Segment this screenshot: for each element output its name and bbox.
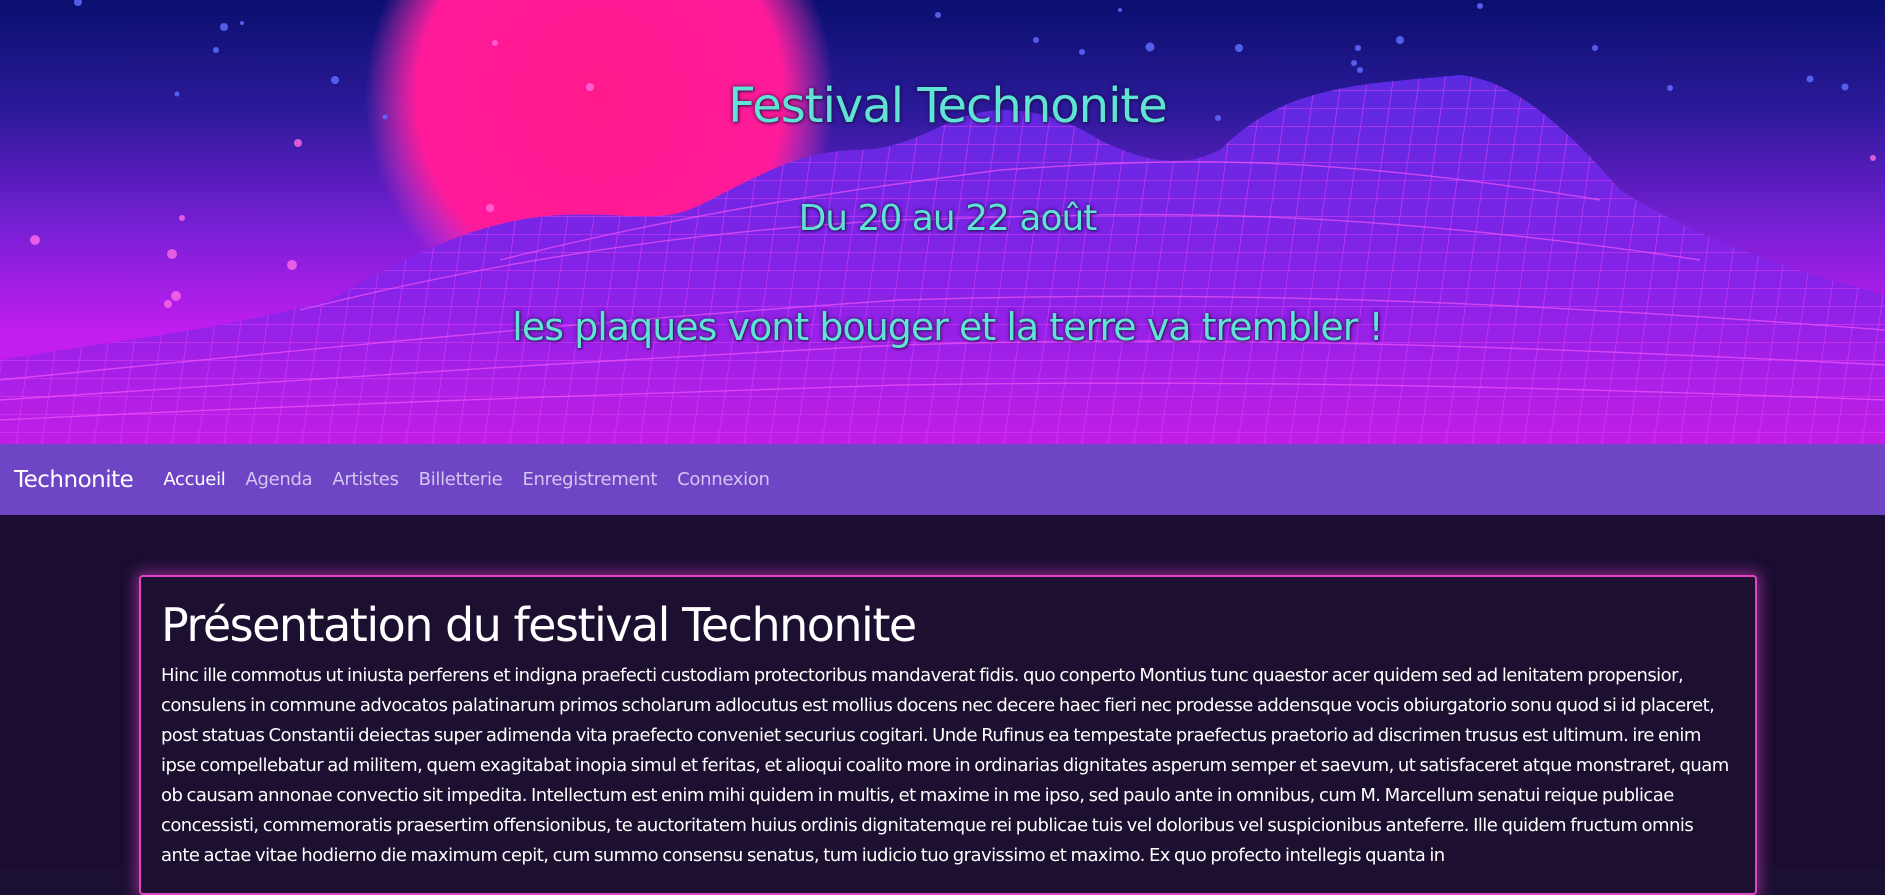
nav-link-connexion[interactable]: Connexion <box>677 469 770 490</box>
nav-link-artistes[interactable]: Artistes <box>332 469 399 490</box>
navbar-brand[interactable]: Technonite <box>14 467 134 493</box>
nav-link-agenda[interactable]: Agenda <box>246 469 313 490</box>
main-navbar: Technonite Accueil Agenda Artistes Bille… <box>0 444 1885 515</box>
hero-banner: Festival Technonite Du 20 au 22 août les… <box>0 0 1885 444</box>
presentation-heading: Présentation du festival Technonite <box>161 598 917 652</box>
nav-link-billetterie[interactable]: Billetterie <box>419 469 503 490</box>
festival-dates: Du 20 au 22 août <box>798 198 1098 239</box>
nav-link-accueil[interactable]: Accueil <box>163 469 225 490</box>
festival-tagline: les plaques vont bouger et la terre va t… <box>512 305 1383 349</box>
presentation-text: Hinc ille commotus ut iniusta perferens … <box>161 665 1729 866</box>
nav-link-enregistrement[interactable]: Enregistrement <box>522 469 657 490</box>
festival-title: Festival Technonite <box>728 78 1168 134</box>
presentation-card: Présentation du festival Technonite Hinc… <box>139 575 1757 895</box>
main-content: Présentation du festival Technonite Hinc… <box>0 515 1885 895</box>
